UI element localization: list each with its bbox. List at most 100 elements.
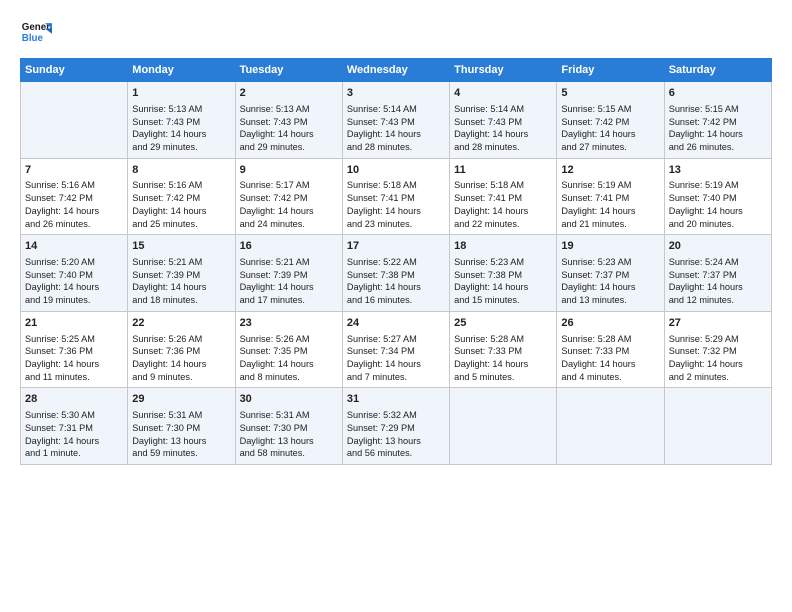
calendar-week-5: 28 Sunrise: 5:30 AM Sunset: 7:31 PM Dayli… [21,388,772,465]
day-info: Sunrise: 5:21 AM Sunset: 7:39 PM Dayligh… [240,256,338,307]
day-number: 1 [132,86,230,101]
calendar-cell: 3 Sunrise: 5:14 AM Sunset: 7:43 PM Daylig… [342,82,449,159]
day-info: Sunrise: 5:15 AM Sunset: 7:42 PM Dayligh… [669,103,767,154]
calendar-cell: 22 Sunrise: 5:26 AM Sunset: 7:36 PM Dayli… [128,311,235,388]
calendar-week-3: 14 Sunrise: 5:20 AM Sunset: 7:40 PM Dayli… [21,235,772,312]
day-number: 15 [132,239,230,254]
calendar-cell: 4 Sunrise: 5:14 AM Sunset: 7:43 PM Daylig… [450,82,557,159]
calendar-cell: 1 Sunrise: 5:13 AM Sunset: 7:43 PM Daylig… [128,82,235,159]
calendar-cell [21,82,128,159]
calendar-header-sunday: Sunday [21,59,128,82]
day-number: 22 [132,316,230,331]
day-number: 27 [669,316,767,331]
day-number: 6 [669,86,767,101]
day-number: 9 [240,163,338,178]
calendar-cell: 8Sunrise: 5:16 AM Sunset: 7:42 PM Daylig… [128,158,235,235]
day-info: Sunrise: 5:28 AM Sunset: 7:33 PM Dayligh… [454,333,552,384]
day-number: 8 [132,163,230,178]
calendar-cell: 21 Sunrise: 5:25 AM Sunset: 7:36 PM Dayli… [21,311,128,388]
calendar-header-friday: Friday [557,59,664,82]
day-number: 20 [669,239,767,254]
day-info: Sunrise: 5:15 AM Sunset: 7:42 PM Dayligh… [561,103,659,154]
day-info: Sunrise: 5:13 AM Sunset: 7:43 PM Dayligh… [240,103,338,154]
calendar-cell: 14 Sunrise: 5:20 AM Sunset: 7:40 PM Dayli… [21,235,128,312]
calendar-table: SundayMondayTuesdayWednesdayThursdayFrid… [20,58,772,465]
day-number: 14 [25,239,123,254]
day-info: Sunrise: 5:13 AM Sunset: 7:43 PM Dayligh… [132,103,230,154]
calendar-cell: 2 Sunrise: 5:13 AM Sunset: 7:43 PM Daylig… [235,82,342,159]
calendar-cell: 29Sunrise: 5:31 AM Sunset: 7:30 PM Dayli… [128,388,235,465]
calendar-week-4: 21 Sunrise: 5:25 AM Sunset: 7:36 PM Dayli… [21,311,772,388]
calendar-cell: 9Sunrise: 5:17 AM Sunset: 7:42 PM Daylig… [235,158,342,235]
day-number: 29 [132,392,230,407]
day-info: Sunrise: 5:23 AM Sunset: 7:37 PM Dayligh… [561,256,659,307]
day-number: 25 [454,316,552,331]
day-info: Sunrise: 5:26 AM Sunset: 7:35 PM Dayligh… [240,333,338,384]
day-number: 17 [347,239,445,254]
calendar-cell: 20 Sunrise: 5:24 AM Sunset: 7:37 PM Dayli… [664,235,771,312]
calendar-week-2: 7Sunrise: 5:16 AM Sunset: 7:42 PM Daylig… [21,158,772,235]
day-number: 21 [25,316,123,331]
calendar-cell: 5 Sunrise: 5:15 AM Sunset: 7:42 PM Daylig… [557,82,664,159]
day-info: Sunrise: 5:18 AM Sunset: 7:41 PM Dayligh… [347,179,445,230]
day-number: 11 [454,163,552,178]
day-info: Sunrise: 5:14 AM Sunset: 7:43 PM Dayligh… [347,103,445,154]
day-number: 5 [561,86,659,101]
day-info: Sunrise: 5:25 AM Sunset: 7:36 PM Dayligh… [25,333,123,384]
calendar-cell: 10Sunrise: 5:18 AM Sunset: 7:41 PM Dayli… [342,158,449,235]
day-number: 7 [25,163,123,178]
day-info: Sunrise: 5:17 AM Sunset: 7:42 PM Dayligh… [240,179,338,230]
day-number: 16 [240,239,338,254]
calendar-header-thursday: Thursday [450,59,557,82]
calendar-cell: 16 Sunrise: 5:21 AM Sunset: 7:39 PM Dayli… [235,235,342,312]
calendar-cell: 12Sunrise: 5:19 AM Sunset: 7:41 PM Dayli… [557,158,664,235]
calendar-cell [557,388,664,465]
day-info: Sunrise: 5:30 AM Sunset: 7:31 PM Dayligh… [25,409,123,460]
day-info: Sunrise: 5:23 AM Sunset: 7:38 PM Dayligh… [454,256,552,307]
calendar-cell: 24Sunrise: 5:27 AM Sunset: 7:34 PM Dayli… [342,311,449,388]
day-info: Sunrise: 5:14 AM Sunset: 7:43 PM Dayligh… [454,103,552,154]
day-number: 30 [240,392,338,407]
day-info: Sunrise: 5:16 AM Sunset: 7:42 PM Dayligh… [25,179,123,230]
calendar-cell: 7Sunrise: 5:16 AM Sunset: 7:42 PM Daylig… [21,158,128,235]
calendar-cell: 11Sunrise: 5:18 AM Sunset: 7:41 PM Dayli… [450,158,557,235]
day-number: 12 [561,163,659,178]
day-info: Sunrise: 5:26 AM Sunset: 7:36 PM Dayligh… [132,333,230,384]
day-info: Sunrise: 5:32 AM Sunset: 7:29 PM Dayligh… [347,409,445,460]
calendar-cell [450,388,557,465]
calendar-cell: 17Sunrise: 5:22 AM Sunset: 7:38 PM Dayli… [342,235,449,312]
calendar-week-1: 1 Sunrise: 5:13 AM Sunset: 7:43 PM Daylig… [21,82,772,159]
calendar-cell: 13Sunrise: 5:19 AM Sunset: 7:40 PM Dayli… [664,158,771,235]
day-info: Sunrise: 5:24 AM Sunset: 7:37 PM Dayligh… [669,256,767,307]
day-number: 28 [25,392,123,407]
calendar-header-saturday: Saturday [664,59,771,82]
day-number: 2 [240,86,338,101]
day-info: Sunrise: 5:20 AM Sunset: 7:40 PM Dayligh… [25,256,123,307]
calendar-header-monday: Monday [128,59,235,82]
day-info: Sunrise: 5:19 AM Sunset: 7:40 PM Dayligh… [669,179,767,230]
calendar-cell: 27 Sunrise: 5:29 AM Sunset: 7:32 PM Dayli… [664,311,771,388]
calendar-cell: 30 Sunrise: 5:31 AM Sunset: 7:30 PM Dayli… [235,388,342,465]
calendar-cell: 28 Sunrise: 5:30 AM Sunset: 7:31 PM Dayli… [21,388,128,465]
day-info: Sunrise: 5:19 AM Sunset: 7:41 PM Dayligh… [561,179,659,230]
day-info: Sunrise: 5:28 AM Sunset: 7:33 PM Dayligh… [561,333,659,384]
calendar-cell: 26 Sunrise: 5:28 AM Sunset: 7:33 PM Dayli… [557,311,664,388]
day-number: 13 [669,163,767,178]
calendar-cell [664,388,771,465]
day-number: 26 [561,316,659,331]
calendar-cell: 23 Sunrise: 5:26 AM Sunset: 7:35 PM Dayli… [235,311,342,388]
calendar-cell: 6 Sunrise: 5:15 AM Sunset: 7:42 PM Daylig… [664,82,771,159]
svg-text:Blue: Blue [22,33,44,44]
day-number: 4 [454,86,552,101]
calendar-cell: 19 Sunrise: 5:23 AM Sunset: 7:37 PM Dayli… [557,235,664,312]
calendar-cell: 15Sunrise: 5:21 AM Sunset: 7:39 PM Dayli… [128,235,235,312]
day-number: 3 [347,86,445,101]
day-number: 31 [347,392,445,407]
day-number: 23 [240,316,338,331]
day-info: Sunrise: 5:31 AM Sunset: 7:30 PM Dayligh… [240,409,338,460]
day-number: 19 [561,239,659,254]
day-info: Sunrise: 5:29 AM Sunset: 7:32 PM Dayligh… [669,333,767,384]
calendar-cell: 31 Sunrise: 5:32 AM Sunset: 7:29 PM Dayli… [342,388,449,465]
calendar-header-wednesday: Wednesday [342,59,449,82]
calendar-cell: 18Sunrise: 5:23 AM Sunset: 7:38 PM Dayli… [450,235,557,312]
